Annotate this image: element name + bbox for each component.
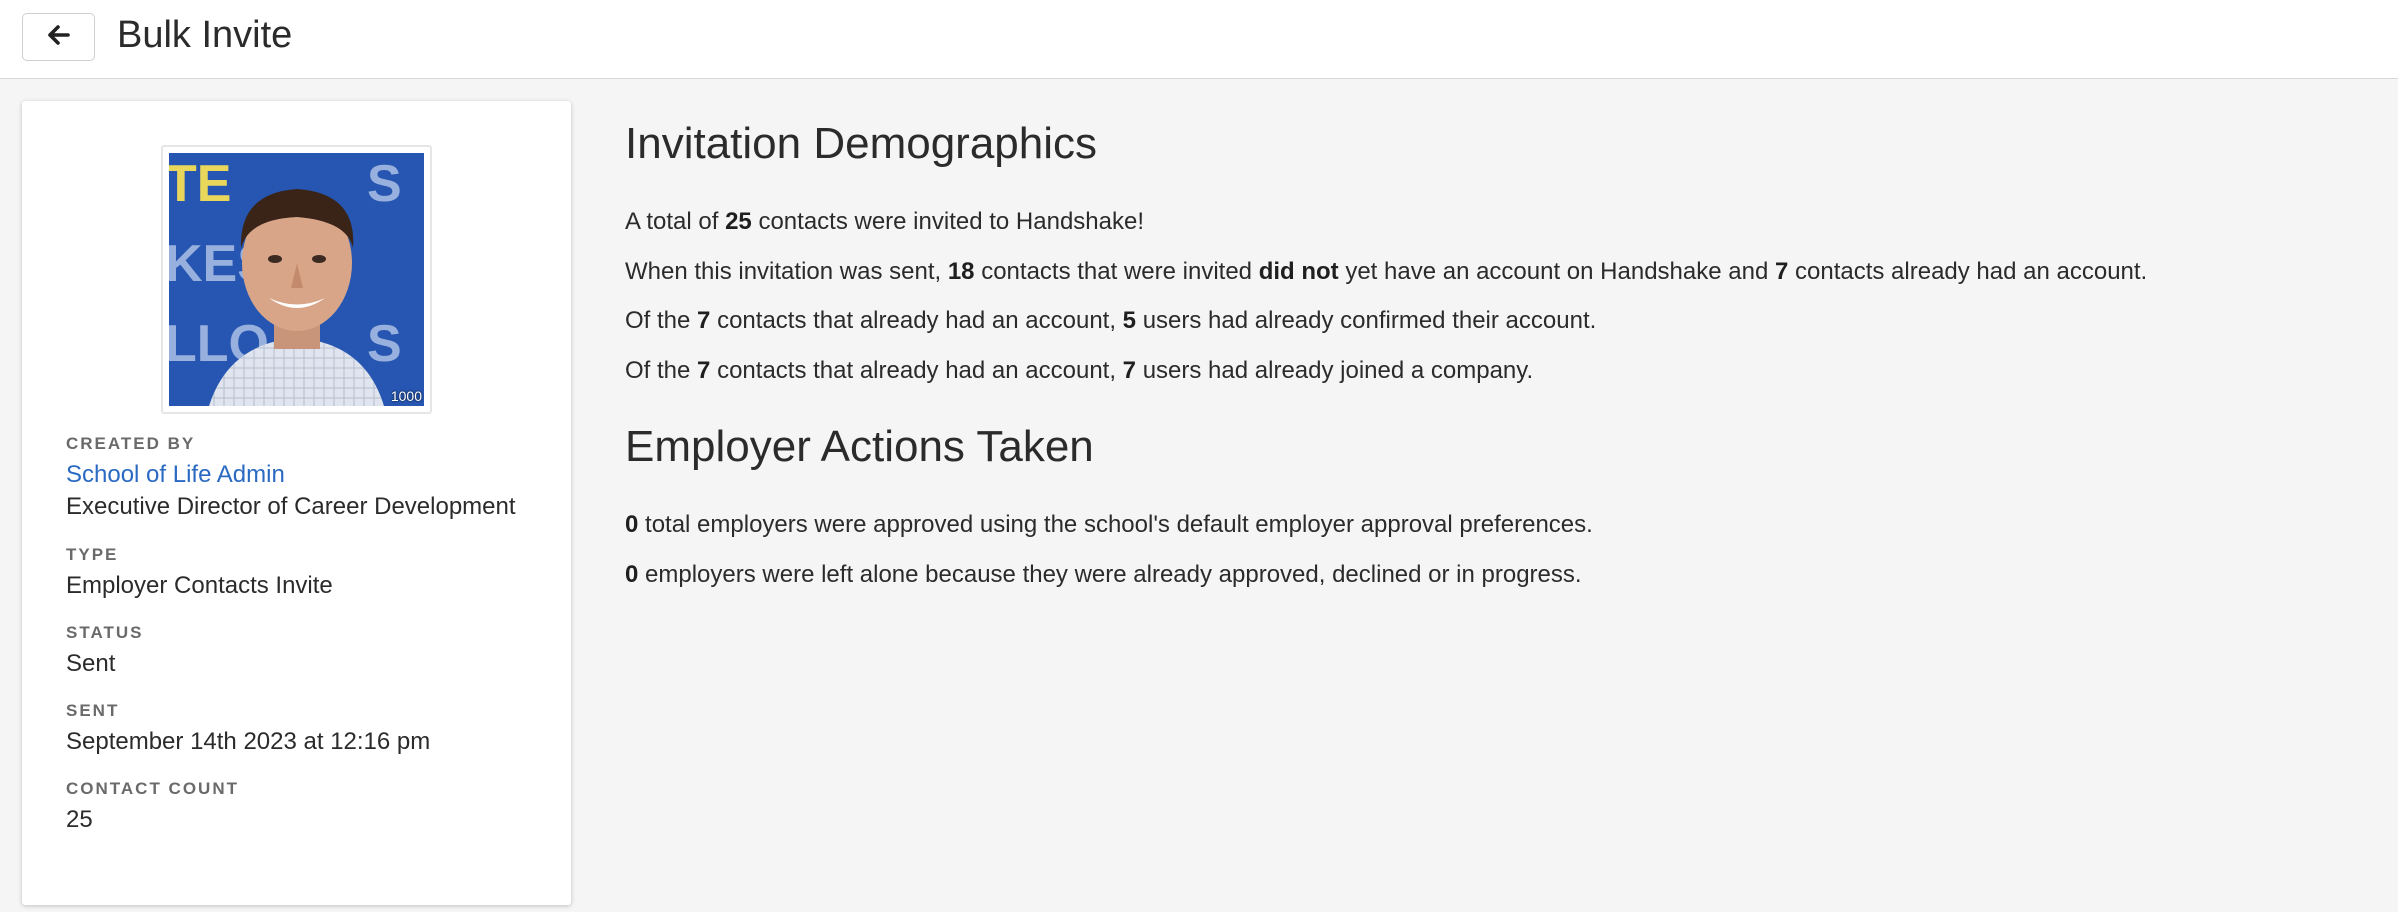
employer-actions-line-2: 0 employers were left alone because they… bbox=[625, 561, 1582, 588]
created-by-title: Executive Director of Career Development bbox=[66, 493, 516, 520]
type-field: TYPE Employer Contacts Invite bbox=[66, 544, 333, 602]
type-value: Employer Contacts Invite bbox=[66, 572, 333, 599]
demographics-line-4: Of the 7 contacts that already had an ac… bbox=[625, 357, 1534, 384]
contact-count-value: 25 bbox=[66, 806, 93, 833]
status-value: Sent bbox=[66, 650, 116, 677]
svg-text:S: S bbox=[367, 315, 402, 373]
created-by-link[interactable]: School of Life Admin bbox=[66, 459, 516, 491]
sent-field: SENT September 14th 2023 at 12:16 pm bbox=[66, 700, 430, 758]
invite-details-card: TE S KES LLO S 1000 CREATED BY School of… bbox=[22, 101, 571, 905]
created-by-field: CREATED BY School of Life Admin Executiv… bbox=[66, 433, 516, 523]
svg-text:S: S bbox=[367, 155, 402, 213]
status-field: STATUS Sent bbox=[66, 622, 143, 680]
avatar-badge: 1000 bbox=[390, 388, 422, 404]
back-button[interactable] bbox=[22, 13, 95, 61]
demographics-line-2: When this invitation was sent, 18 contac… bbox=[625, 258, 2148, 285]
top-bar: Bulk Invite bbox=[0, 0, 2398, 79]
status-label: STATUS bbox=[66, 623, 144, 642]
demographics-title: Invitation Demographics bbox=[625, 119, 1098, 168]
page-title: Bulk Invite bbox=[117, 14, 293, 56]
avatar-frame: TE S KES LLO S 1000 bbox=[161, 145, 432, 414]
created-by-label: CREATED BY bbox=[66, 434, 196, 453]
employer-actions-line-1: 0 total employers were approved using th… bbox=[625, 511, 1593, 538]
type-label: TYPE bbox=[66, 545, 119, 564]
sent-value: September 14th 2023 at 12:16 pm bbox=[66, 728, 431, 755]
employer-actions-title: Employer Actions Taken bbox=[625, 422, 1094, 471]
svg-text:TE: TE bbox=[169, 155, 231, 213]
avatar: TE S KES LLO S 1000 bbox=[169, 153, 424, 406]
demographics-line-3: Of the 7 contacts that already had an ac… bbox=[625, 307, 1597, 334]
contact-count-field: CONTACT COUNT 25 bbox=[66, 778, 239, 836]
demographics-line-1: A total of 25 contacts were invited to H… bbox=[625, 208, 1144, 235]
arrow-left-icon bbox=[47, 24, 70, 50]
sent-label: SENT bbox=[66, 701, 120, 720]
contact-count-label: CONTACT COUNT bbox=[66, 779, 239, 798]
